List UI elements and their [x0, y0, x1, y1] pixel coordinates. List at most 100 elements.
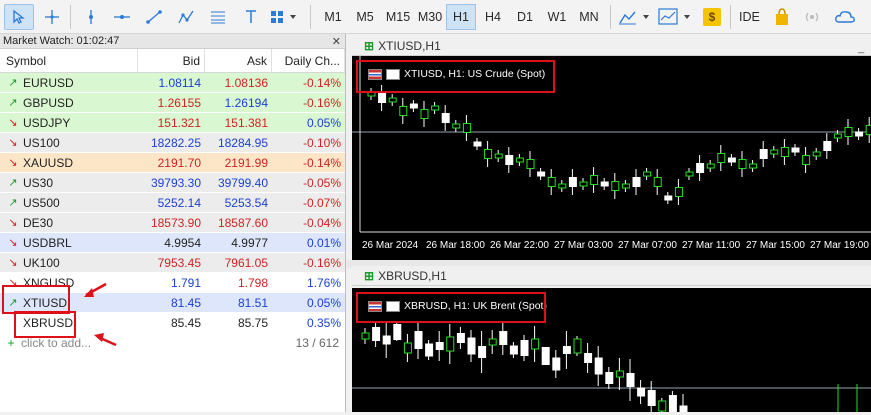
close-icon[interactable]: ✕ — [332, 35, 341, 48]
symbol-row-gbpusd[interactable]: ↗ GBPUSD 1.26155 1.26194 -0.16% — [0, 93, 345, 113]
candle-body — [509, 345, 518, 355]
daily-change-cell: -0.10% — [302, 136, 341, 150]
text-tool-icon[interactable] — [238, 4, 264, 30]
shapes-dropdown-icon[interactable] — [266, 4, 306, 30]
ask-cell: 18284.95 — [217, 136, 268, 150]
column-daily-change[interactable]: Daily Ch... — [272, 49, 345, 72]
candle-body — [637, 387, 646, 397]
chart-tab-icon: ⊞ — [364, 269, 375, 283]
candle-body — [615, 370, 624, 378]
bid-cell: 1.791 — [170, 276, 201, 290]
candle-body — [499, 331, 508, 345]
candle-body — [531, 338, 540, 350]
bid-cell: 85.45 — [170, 316, 201, 330]
timeframe-m1[interactable]: M1 — [318, 4, 348, 30]
symbol-row-de30[interactable]: ↘ DE30 18573.90 18587.60 -0.04% — [0, 213, 345, 233]
candle-body — [823, 141, 832, 151]
chart-tab-label: XTIUSD,H1 — [378, 39, 441, 53]
candle-body — [515, 157, 524, 163]
candle-body — [643, 171, 652, 177]
symbol-row-usdbrl[interactable]: ↘ USDBRL 4.9954 4.9977 0.01% — [0, 233, 345, 253]
symbol-row-uk100[interactable]: ↘ UK100 7953.45 7961.05 -0.16% — [0, 253, 345, 273]
symbol-row-us100[interactable]: ↘ US100 18282.25 18284.95 -0.10% — [0, 133, 345, 153]
candle-body — [626, 373, 635, 387]
bid-cell: 1.26155 — [157, 96, 201, 110]
arrow-up-icon: ↗ — [8, 76, 18, 89]
symbol-cell: ↘ UK100 — [0, 253, 138, 272]
candle-body — [812, 151, 821, 157]
candle-body — [674, 187, 683, 197]
cursor-tool-icon[interactable] — [4, 4, 34, 30]
timeframe-h1[interactable]: H1 — [446, 4, 476, 30]
indicators-icon[interactable] — [656, 4, 696, 30]
horizontal-line-icon[interactable] — [108, 4, 136, 30]
column-symbol[interactable]: Symbol — [0, 49, 138, 72]
trendline-icon[interactable] — [140, 4, 168, 30]
symbol-cell: ↗ GBPUSD — [0, 93, 138, 112]
timeframe-h4[interactable]: H4 — [478, 4, 508, 30]
highlight-box-xbrusd — [14, 311, 76, 338]
candle-body — [399, 106, 408, 116]
timeframe-m5[interactable]: M5 — [350, 4, 380, 30]
column-bid[interactable]: Bid — [138, 49, 205, 72]
candle-body — [833, 133, 842, 139]
timeframe-m15[interactable]: M15 — [382, 4, 414, 30]
chart-tab-xbrusd[interactable]: ⊞ XBRUSD,H1 — [352, 266, 871, 286]
trading-icon[interactable]: $ — [700, 4, 724, 30]
fibonacci-icon[interactable] — [204, 4, 232, 30]
candle-body — [435, 342, 444, 350]
daily-change-cell: 0.35% — [306, 316, 341, 330]
candle-body — [573, 338, 582, 354]
symbol-row-us500[interactable]: ↗ US500 5252.14 5253.54 -0.07% — [0, 193, 345, 213]
vertical-line-icon[interactable] — [78, 4, 104, 30]
daily-change-cell: -0.05% — [302, 176, 341, 190]
chart-tab-xtiusd[interactable]: ⊞ XTIUSD,H1 — [352, 36, 871, 56]
candle-body — [802, 155, 811, 165]
candle-body — [664, 195, 673, 201]
channel-icon[interactable] — [172, 4, 200, 30]
candle-body — [484, 149, 493, 159]
candle-body — [431, 105, 440, 111]
bid-cell: 18282.25 — [150, 136, 201, 150]
candle-body — [378, 93, 387, 103]
timeframe-mn[interactable]: MN — [574, 4, 604, 30]
candle-body — [478, 346, 487, 358]
cloud-icon[interactable] — [832, 4, 858, 30]
candle-body — [611, 181, 620, 191]
symbol-row-us30[interactable]: ↗ US30 39793.30 39799.40 -0.05% — [0, 173, 345, 193]
candle-body — [594, 357, 603, 375]
symbol-name: USDBRL — [23, 235, 72, 250]
bid-cell: 151.321 — [157, 116, 201, 130]
ask-cell: 81.51 — [237, 296, 268, 310]
symbol-row-eurusd[interactable]: ↗ EURUSD 1.08114 1.08136 -0.14% — [0, 73, 345, 93]
signals-icon[interactable] — [800, 4, 824, 30]
timeframe-m30[interactable]: M30 — [414, 4, 446, 30]
main-toolbar: M1 M5 M15 M30 H1 H4 D1 W1 MN $ IDE — [0, 0, 871, 34]
symbol-name: US500 — [23, 195, 60, 210]
ide-button[interactable]: IDE — [739, 4, 760, 30]
candle-body — [505, 155, 514, 165]
daily-change-cell: -0.16% — [302, 256, 341, 270]
time-axis-label: 27 Mar 19:00 — [810, 240, 869, 251]
highlight-box-chart-label — [356, 292, 546, 323]
arrow-down-icon: ↘ — [8, 116, 18, 129]
candle-body — [382, 335, 391, 345]
ask-cell: 1.08136 — [224, 76, 268, 90]
crosshair-icon[interactable] — [38, 4, 66, 30]
timeframe-d1[interactable]: D1 — [510, 4, 540, 30]
market-bag-icon[interactable] — [770, 4, 794, 30]
symbol-cell: ↘ US100 — [0, 133, 138, 152]
chart-tab-icon: ⊞ — [364, 39, 375, 53]
candle-body — [388, 97, 397, 103]
candle-body — [409, 103, 418, 109]
column-ask[interactable]: Ask — [205, 49, 272, 72]
minimize-icon[interactable]: _ — [858, 42, 864, 54]
symbol-row-xauusd[interactable]: ↘ XAUUSD 2191.70 2191.99 -0.14% — [0, 153, 345, 173]
symbol-name: XAUUSD — [23, 155, 74, 170]
chart-type-icon[interactable] — [616, 4, 654, 30]
candle-body — [584, 353, 593, 363]
timeframe-w1[interactable]: W1 — [542, 4, 572, 30]
daily-change-cell: -0.14% — [302, 76, 341, 90]
symbol-row-usdjpy[interactable]: ↘ USDJPY 151.321 151.381 0.05% — [0, 113, 345, 133]
add-symbol-placeholder[interactable]: click to add... — [21, 336, 91, 350]
